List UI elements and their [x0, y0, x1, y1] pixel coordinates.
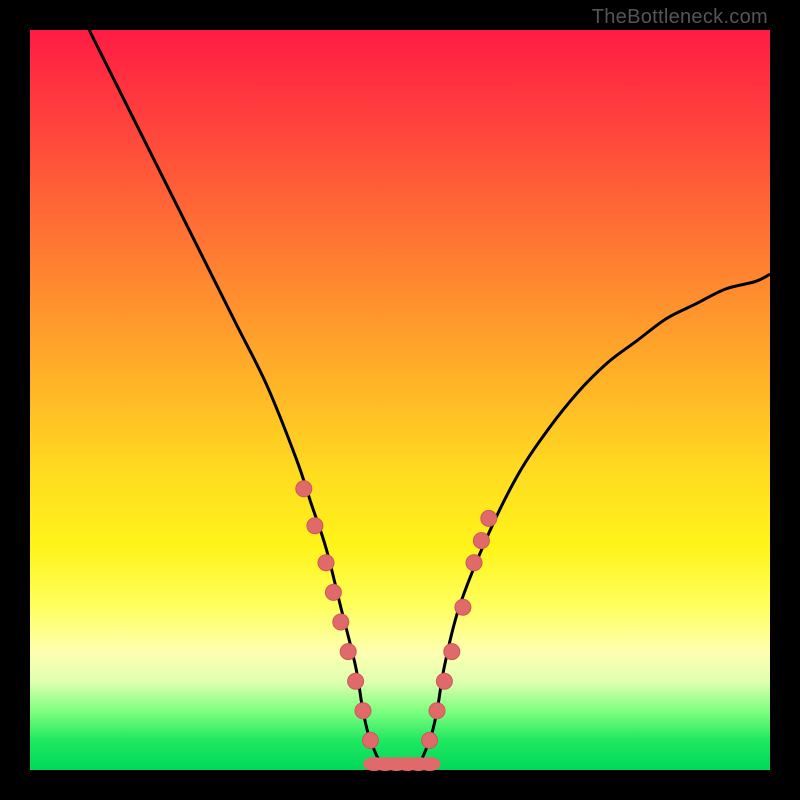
curve-dot	[429, 703, 445, 719]
bottleneck-curve	[89, 30, 770, 772]
curve-dot	[473, 533, 489, 549]
chart-svg	[30, 30, 770, 770]
curve-dot	[466, 555, 482, 571]
curve-dot	[307, 518, 323, 534]
curve-dot	[340, 644, 356, 660]
chart-frame: TheBottleneck.com	[0, 0, 800, 800]
curve-dot	[318, 555, 334, 571]
curve-dot	[296, 481, 312, 497]
curve-dot	[422, 732, 438, 748]
curve-dot	[362, 732, 378, 748]
curve-floor-dot	[419, 757, 441, 771]
curve-dot	[355, 703, 371, 719]
curve-dot	[333, 614, 349, 630]
curve-dots-left	[296, 481, 379, 749]
curve-dot	[325, 584, 341, 600]
curve-dot	[348, 673, 364, 689]
curve-dot	[444, 644, 460, 660]
curve-dot	[455, 599, 471, 615]
watermark-text: TheBottleneck.com	[592, 6, 768, 29]
curve-dot	[436, 673, 452, 689]
curve-dots-right	[422, 510, 497, 748]
curve-floor-dots	[363, 757, 441, 771]
curve-dot	[481, 510, 497, 526]
plot-area	[30, 30, 770, 770]
